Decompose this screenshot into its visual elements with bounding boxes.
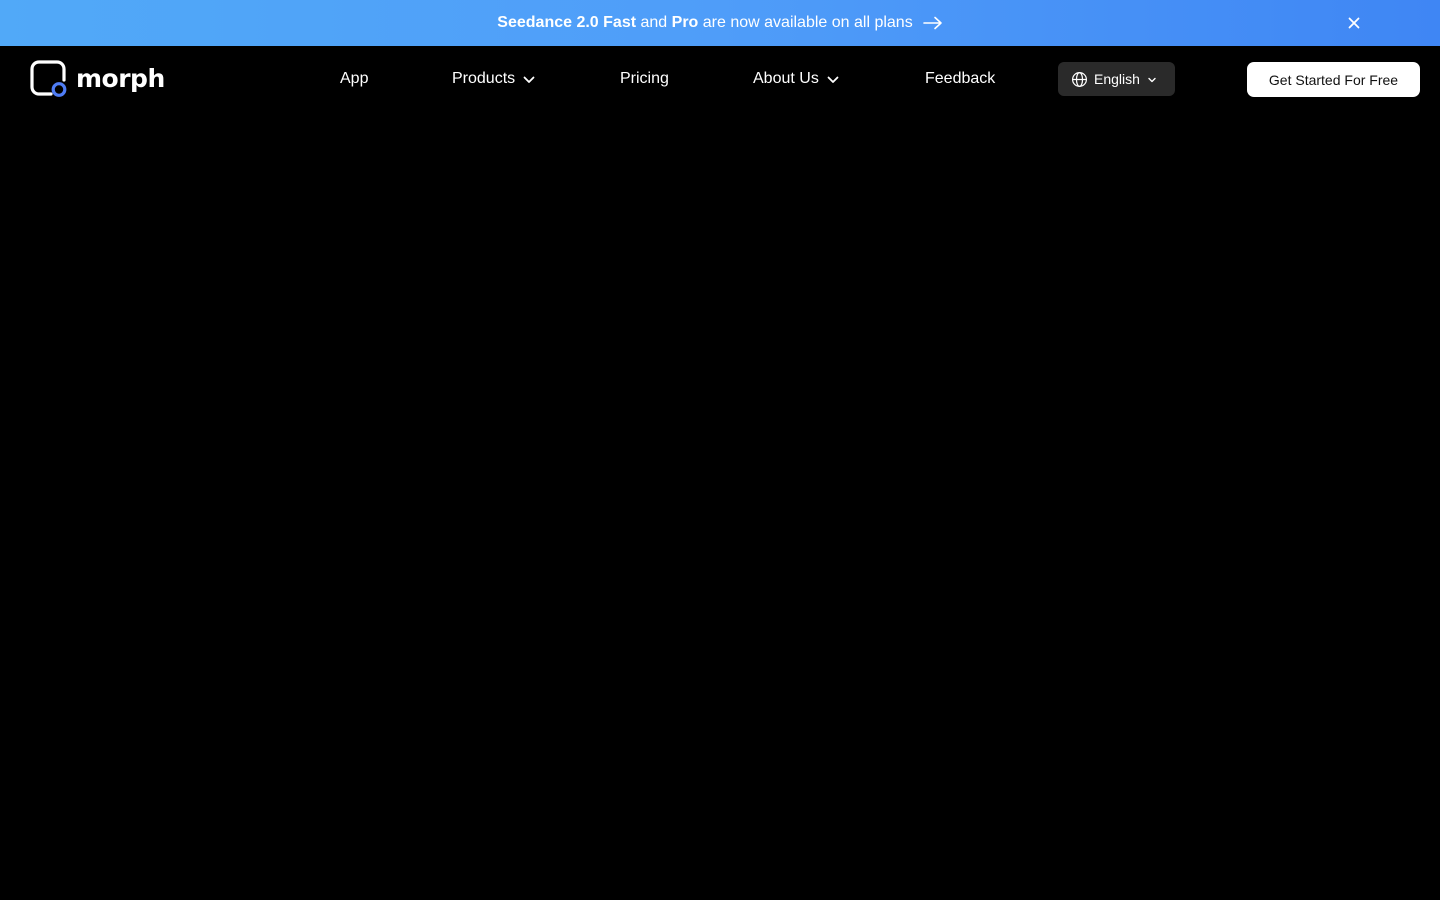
globe-icon (1071, 71, 1088, 87)
nav-about-us[interactable]: About Us (753, 66, 840, 92)
announcement-text-rest: are now available on all plans (702, 14, 913, 31)
logo-link[interactable]: morph (30, 60, 165, 98)
announcement-highlight-pro: Pro (671, 14, 699, 31)
chevron-down-icon (827, 76, 839, 83)
close-icon (1348, 17, 1360, 29)
nav-app[interactable]: App (340, 66, 368, 92)
nav-about-us-label: About Us (753, 70, 819, 87)
chevron-down-icon (523, 76, 535, 83)
nav-feedback[interactable]: Feedback (925, 66, 995, 92)
announcement-text-and: and (640, 14, 668, 31)
main-content-area (0, 112, 1440, 900)
language-selector[interactable]: English (1058, 62, 1175, 96)
announcement-banner: Seedance 2.0 Fast and Pro are now availa… (0, 0, 1440, 46)
logo-wordmark: morph (76, 63, 165, 93)
nav-products-label: Products (452, 70, 516, 87)
close-banner-button[interactable] (1344, 13, 1364, 33)
logo-icon (30, 60, 67, 97)
arrow-right-icon (922, 16, 942, 30)
nav-products[interactable]: Products (452, 66, 536, 92)
nav-pricing[interactable]: Pricing (620, 66, 669, 92)
top-navigation: morph App Products Pricing About Us Feed… (0, 46, 1440, 112)
announcement-link[interactable]: Seedance 2.0 Fast and Pro are now availa… (497, 14, 942, 32)
announcement-highlight-model: Seedance 2.0 Fast (497, 14, 637, 31)
chevron-down-icon (1148, 77, 1156, 82)
get-started-button[interactable]: Get Started For Free (1247, 62, 1420, 97)
language-selected-label: English (1094, 71, 1140, 87)
